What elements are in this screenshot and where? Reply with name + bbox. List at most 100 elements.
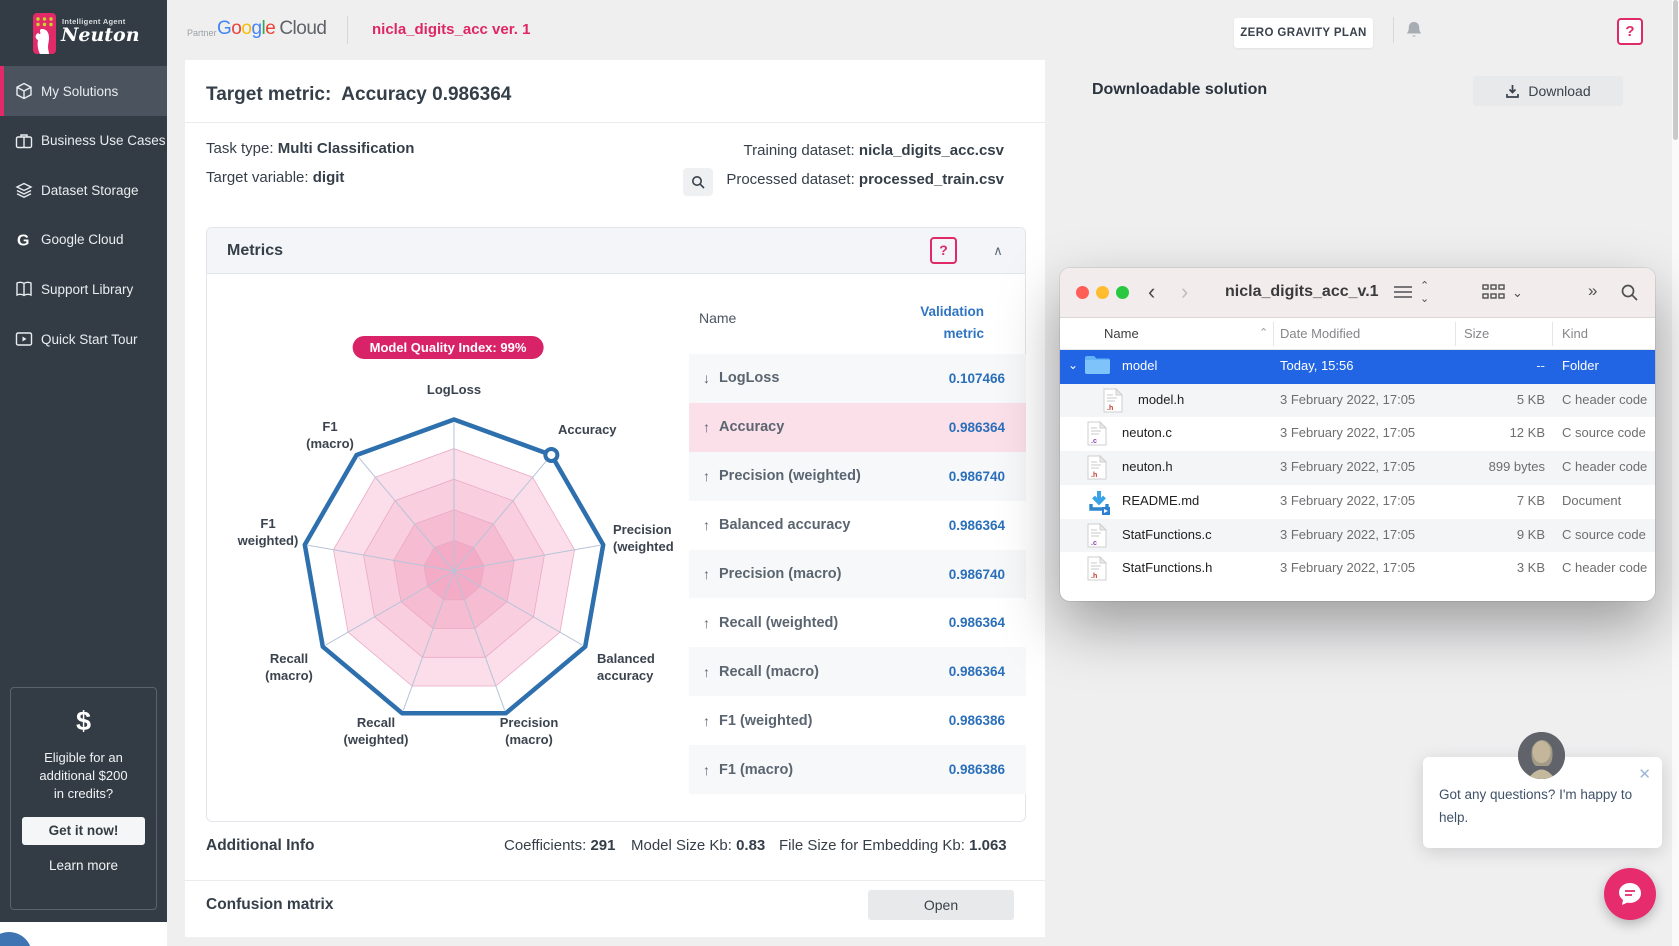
sidebar-item-my-solutions[interactable]: My Solutions (0, 66, 167, 116)
book-icon (15, 280, 33, 298)
metric-row-f1-weighted-[interactable]: ↑F1 (weighted)0.986386 (689, 696, 1026, 745)
finder-row-model-h[interactable]: .hmodel.h3 February 2022, 17:055 KBC hea… (1060, 384, 1655, 418)
forward-chevron-icon[interactable]: › (1181, 279, 1188, 305)
promo-line: additional $200 (11, 767, 156, 785)
file-kind: Document (1562, 493, 1621, 508)
column-header-name[interactable]: Name (1104, 326, 1139, 341)
metric-row-logloss[interactable]: ↓LogLoss 0.107466 (689, 354, 1026, 403)
sidebar-item-google-cloud[interactable]: GGoogle Cloud (0, 215, 167, 265)
sidebar-item-support-library[interactable]: Support Library (0, 264, 167, 314)
arrow-up-icon: ↑ (703, 517, 719, 533)
metric-row-accuracy[interactable]: ↑Accuracy0.986364 (689, 403, 1026, 452)
finder-row-readme-md[interactable]: README.md3 February 2022, 17:057 KBDocum… (1060, 485, 1655, 519)
zoom-window-button[interactable] (1116, 286, 1129, 299)
collapse-chevron-icon[interactable]: ∧ (987, 240, 1009, 262)
minimize-window-button[interactable] (1096, 286, 1109, 299)
promo-line: in credits? (11, 785, 156, 803)
arrow-up-icon: ↑ (703, 713, 719, 729)
close-window-button[interactable] (1076, 286, 1089, 299)
finder-window-title: nicla_digits_acc_v.1 (1225, 283, 1379, 301)
google-letter: e (265, 18, 275, 39)
page-scrollbar-thumb[interactable] (1673, 0, 1678, 140)
column-divider[interactable] (1273, 322, 1274, 346)
metric-name: Recall (macro) (719, 664, 819, 680)
plan-button[interactable]: ZERO GRAVITY PLAN (1234, 18, 1373, 48)
get-it-now-button[interactable]: Get it now! (22, 817, 145, 845)
finder-row-neuton-h[interactable]: .hneuton.h3 February 2022, 17:05899 byte… (1060, 451, 1655, 485)
google-letter: o (241, 18, 251, 39)
column-header-date[interactable]: Date Modified (1280, 326, 1360, 341)
arrow-down-icon: ↓ (703, 370, 719, 386)
group-chevron-icon[interactable]: ⌄ (1512, 285, 1523, 301)
back-chevron-icon[interactable]: ‹ (1148, 279, 1155, 305)
metric-name: LogLoss (719, 370, 779, 386)
more-toolbar-icon[interactable]: » (1588, 281, 1595, 301)
group-view-icon[interactable] (1482, 283, 1506, 306)
metrics-table-value-header[interactable]: Validation metric (668, 301, 1005, 345)
finder-titlebar[interactable]: ‹ › nicla_digits_acc_v.1 ⌃⌄ ⌄ » (1060, 268, 1655, 318)
metric-name: Precision (weighted) (719, 468, 861, 484)
model-quality-badge: Model Quality Index: 99% (353, 336, 544, 359)
finder-row-neuton-c[interactable]: .cneuton.c3 February 2022, 17:0512 KBC s… (1060, 417, 1655, 451)
metric-row-f1-macro-[interactable]: ↑F1 (macro)0.986386 (689, 745, 1026, 794)
page-scrollbar[interactable] (1672, 0, 1679, 946)
metric-name: Accuracy (719, 419, 784, 435)
finder-search-icon[interactable] (1620, 283, 1639, 307)
column-divider[interactable] (1455, 322, 1456, 346)
metric-value: 0.107466 (949, 371, 1005, 386)
chat-close-icon[interactable]: ✕ (1638, 765, 1651, 783)
sort-toggle-icon[interactable]: ⌃⌄ (1420, 280, 1429, 306)
arrow-up-icon: ↑ (703, 762, 719, 778)
finder-row-statfunctions-h[interactable]: .hStatFunctions.h3 February 2022, 17:053… (1060, 552, 1655, 586)
learn-more-link[interactable]: Learn more (11, 858, 156, 873)
file-kind: C header code (1562, 392, 1647, 407)
metrics-help-button[interactable]: ? (930, 237, 957, 264)
chat-agent-avatar (1518, 732, 1565, 779)
file-icon-h: .h (1103, 388, 1123, 416)
bell-icon[interactable] (1403, 19, 1425, 41)
download-button[interactable]: Download (1473, 76, 1623, 106)
sidebar-item-quick-start-tour[interactable]: Quick Start Tour (0, 314, 167, 364)
chat-fab-button[interactable] (1604, 868, 1656, 920)
file-name: neuton.c (1122, 425, 1172, 440)
finder-row-model[interactable]: ⌄modelToday, 15:56--Folder (1060, 350, 1655, 384)
task-type: Task type: Multi Classification (206, 140, 414, 157)
svg-text:(macro): (macro) (505, 732, 553, 747)
metric-row-balanced-accuracy[interactable]: ↑Balanced accuracy0.986364 (689, 501, 1026, 550)
video-icon (15, 330, 33, 348)
list-view-icon[interactable] (1393, 283, 1413, 306)
file-name: StatFunctions.c (1122, 527, 1212, 542)
svg-text:Precision: Precision (613, 522, 672, 537)
arrow-up-icon: ↑ (703, 468, 719, 484)
column-divider[interactable] (1552, 322, 1553, 346)
metric-value: 0.986364 (949, 615, 1005, 630)
svg-text:.h: .h (1091, 472, 1097, 479)
column-header-kind[interactable]: Kind (1562, 326, 1588, 341)
svg-text:accuracy: accuracy (597, 668, 654, 683)
help-button[interactable]: ? (1617, 18, 1643, 45)
svg-text:Recall: Recall (357, 715, 395, 730)
radar-chart: LogLossAccuracyPrecision(weightedBalance… (207, 274, 689, 822)
solution-panel: Target metric: Accuracy 0.986364 Task typ… (185, 60, 1045, 937)
dataset-search-button[interactable] (683, 168, 713, 196)
file-kind: C header code (1562, 560, 1647, 575)
metric-row-recall-macro-[interactable]: ↑Recall (macro)0.986364 (689, 647, 1026, 696)
column-header-size[interactable]: Size (1464, 326, 1489, 341)
metric-row-precision-weighted-[interactable]: ↑Precision (weighted)0.986740 (689, 452, 1026, 501)
confusion-open-button[interactable]: Open (868, 890, 1014, 920)
cube-icon (15, 82, 33, 100)
metric-row-recall-weighted-[interactable]: ↑Recall (weighted)0.986364 (689, 599, 1026, 648)
file-icon-h: .h (1087, 556, 1107, 584)
sidebar-item-business-use-cases[interactable]: Business Use Cases (0, 116, 167, 166)
value-header-line2: metric (668, 323, 984, 345)
file-date: 3 February 2022, 17:05 (1280, 527, 1415, 542)
finder-row-statfunctions-c[interactable]: .cStatFunctions.c3 February 2022, 17:059… (1060, 519, 1655, 553)
download-icon (1505, 84, 1520, 99)
metric-row-precision-macro-[interactable]: ↑Precision (macro)0.986740 (689, 550, 1026, 599)
disclosure-chevron-icon[interactable]: ⌄ (1068, 358, 1078, 372)
file-icon-c: .c (1087, 421, 1107, 449)
sidebar-item-dataset-storage[interactable]: Dataset Storage (0, 165, 167, 215)
file-kind: C source code (1562, 425, 1646, 440)
svg-text:LogLoss: LogLoss (427, 382, 481, 397)
target-metric-label: Target metric: (206, 84, 331, 105)
